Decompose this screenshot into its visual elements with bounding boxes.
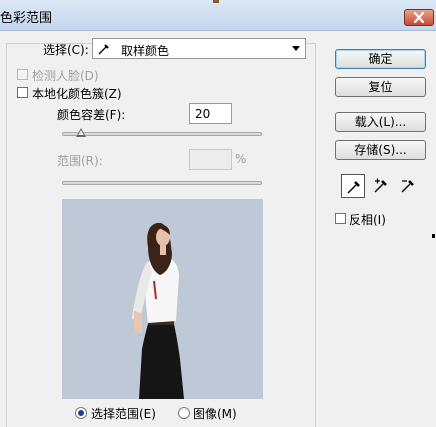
eyedropper-plus-icon	[374, 178, 387, 193]
edge-marker	[432, 234, 435, 238]
select-value: 取样颜色	[121, 44, 170, 58]
range-input[interactable]	[189, 149, 232, 170]
reset-button[interactable]: 复位	[335, 77, 426, 97]
eyedropper-icon	[98, 44, 109, 55]
save-button[interactable]: 存储(S)...	[335, 140, 426, 160]
localized-clusters-label: 本地化颜色簇(Z)	[32, 87, 122, 101]
select-dropdown[interactable]: 取样颜色	[92, 38, 306, 59]
range-unit: %	[235, 152, 247, 166]
close-button[interactable]	[404, 9, 434, 26]
dialog-title: 色彩范围	[0, 11, 53, 26]
close-icon	[413, 12, 425, 23]
range-slider-track	[62, 181, 262, 185]
invert-label: 反相(I)	[349, 213, 386, 227]
subtract-from-sample-tool[interactable]	[396, 174, 420, 198]
select-label: 选择(C):	[43, 43, 89, 57]
fuzziness-input[interactable]: 20	[189, 103, 232, 124]
eyedropper-tool[interactable]	[341, 174, 365, 198]
image-radio-label: 图像(M)	[193, 407, 237, 421]
preview-photo	[62, 199, 263, 399]
ok-button[interactable]: 确定	[335, 49, 426, 69]
color-range-dialog: 色彩范围 选择(C): 取样颜色 检测人脸(D) 本地化颜色簇(Z) 颜色容差(…	[0, 0, 436, 427]
load-button[interactable]: 载入(L)...	[335, 112, 426, 132]
image-radio[interactable]	[178, 407, 190, 419]
fuzziness-slider-thumb[interactable]	[76, 128, 86, 137]
eyedropper-minus-icon	[401, 180, 414, 193]
add-to-sample-tool[interactable]	[369, 174, 393, 198]
fuzziness-slider-track[interactable]	[62, 132, 262, 136]
invert-checkbox[interactable]	[335, 213, 346, 224]
title-bar[interactable]: 色彩范围	[0, 0, 436, 31]
selection-radio-label: 选择范围(E)	[91, 407, 156, 421]
detect-faces-label: 检测人脸(D)	[32, 69, 99, 83]
preview-image[interactable]	[62, 199, 263, 399]
title-bar-marker	[213, 0, 219, 3]
eyedropper-icon	[347, 181, 360, 194]
fuzziness-label: 颜色容差(F):	[57, 108, 126, 122]
chevron-down-icon	[292, 46, 300, 51]
detect-faces-checkbox[interactable]	[17, 69, 28, 80]
selection-radio[interactable]	[75, 407, 87, 419]
range-label: 范围(R):	[57, 154, 103, 168]
localized-clusters-checkbox[interactable]	[17, 87, 28, 98]
